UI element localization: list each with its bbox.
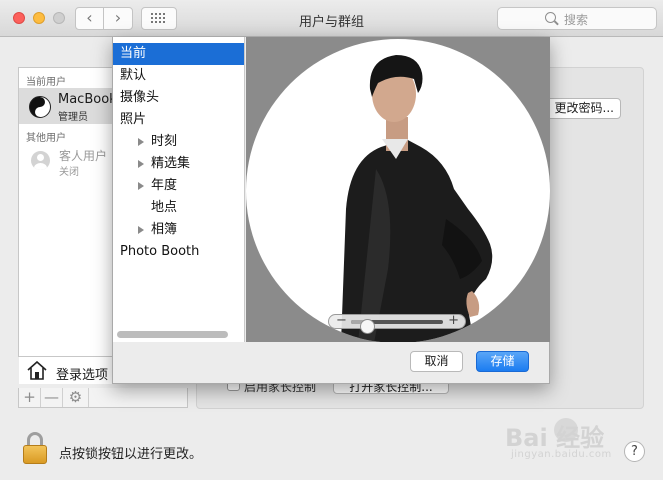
- search-placeholder: 搜索: [564, 13, 589, 27]
- plus-icon: +: [23, 388, 36, 406]
- minus-icon: —: [44, 388, 59, 406]
- change-password-button[interactable]: 更改密码...: [540, 98, 621, 119]
- source-item-photo-booth[interactable]: Photo Booth: [113, 241, 244, 263]
- disclosure-triangle-icon[interactable]: [138, 226, 144, 234]
- portrait-photo: [341, 55, 493, 342]
- source-list-scrollbar[interactable]: [117, 331, 228, 338]
- cancel-button[interactable]: 取消: [410, 351, 463, 372]
- source-item-current[interactable]: 当前: [113, 43, 244, 65]
- avatar-crop-circle: [246, 39, 550, 342]
- zoom-slider-knob[interactable]: [360, 319, 375, 334]
- baidu-watermark: Bai 经验 jingyan.baidu.com: [505, 418, 635, 468]
- zoom-out-icon[interactable]: −: [336, 313, 347, 328]
- picture-source-list: 当前 默认 摄像头 照片 时刻 精选集 年度 地点 相簿 Photo Booth: [113, 37, 245, 342]
- gear-icon: ⚙: [68, 388, 83, 406]
- guest-user-name[interactable]: 客人用户: [59, 147, 107, 164]
- source-item-label: 年度: [151, 178, 178, 193]
- user-actions-bar: + — ⚙: [18, 388, 188, 408]
- source-item-label: 地点: [151, 200, 178, 215]
- source-item-label: 时刻: [151, 134, 178, 149]
- current-users-label: 当前用户: [26, 77, 66, 88]
- source-item-default[interactable]: 默认: [113, 65, 244, 87]
- house-icon: [27, 361, 47, 380]
- user-name: MacBook: [58, 92, 117, 107]
- source-item-collections[interactable]: 精选集: [113, 153, 244, 175]
- source-item-moments[interactable]: 时刻: [113, 131, 244, 153]
- source-item-camera[interactable]: 摄像头: [113, 87, 244, 109]
- source-item-albums[interactable]: 相簿: [113, 219, 244, 241]
- disclosure-triangle-icon[interactable]: [138, 182, 144, 190]
- source-item-photos[interactable]: 照片: [113, 109, 244, 131]
- picture-picker-sheet: 当前 默认 摄像头 照片 时刻 精选集 年度 地点 相簿 Photo Booth: [112, 37, 550, 384]
- user-role: 管理员: [58, 112, 88, 123]
- zoom-track[interactable]: [351, 319, 443, 334]
- disclosure-triangle-icon[interactable]: [138, 160, 144, 168]
- zoom-slider[interactable]: − +: [328, 313, 466, 334]
- disclosure-triangle-icon[interactable]: [138, 138, 144, 146]
- source-item-label: 相簿: [151, 222, 178, 237]
- save-button[interactable]: 存储: [476, 351, 529, 372]
- lock-message: 点按锁按钮以进行更改。: [59, 447, 203, 462]
- remove-user-button[interactable]: —: [41, 388, 63, 407]
- other-users-label: 其他用户: [26, 133, 66, 144]
- guest-user-status: 关闭: [59, 167, 79, 178]
- photo-crop-area[interactable]: − +: [246, 37, 550, 342]
- help-button[interactable]: ?: [624, 441, 645, 462]
- login-options-label: 登录选项: [56, 368, 109, 383]
- title-bar: ‹ › 用户与群组 搜索: [0, 0, 663, 37]
- watermark-url: jingyan.baidu.com: [511, 449, 612, 460]
- guest-avatar-icon: [31, 151, 50, 170]
- add-user-button[interactable]: +: [19, 388, 41, 407]
- source-item-label: 精选集: [151, 156, 191, 171]
- watermark-logo-text: Bai 经验: [505, 424, 605, 452]
- user-settings-button[interactable]: ⚙: [63, 388, 89, 407]
- source-item-years[interactable]: 年度: [113, 175, 244, 197]
- search-field[interactable]: 搜索: [497, 7, 657, 30]
- lock-icon[interactable]: [23, 432, 47, 464]
- zoom-in-icon[interactable]: +: [448, 313, 459, 328]
- yin-yang-icon: [29, 96, 51, 118]
- search-icon: [545, 12, 556, 23]
- source-item-places[interactable]: 地点: [113, 197, 244, 219]
